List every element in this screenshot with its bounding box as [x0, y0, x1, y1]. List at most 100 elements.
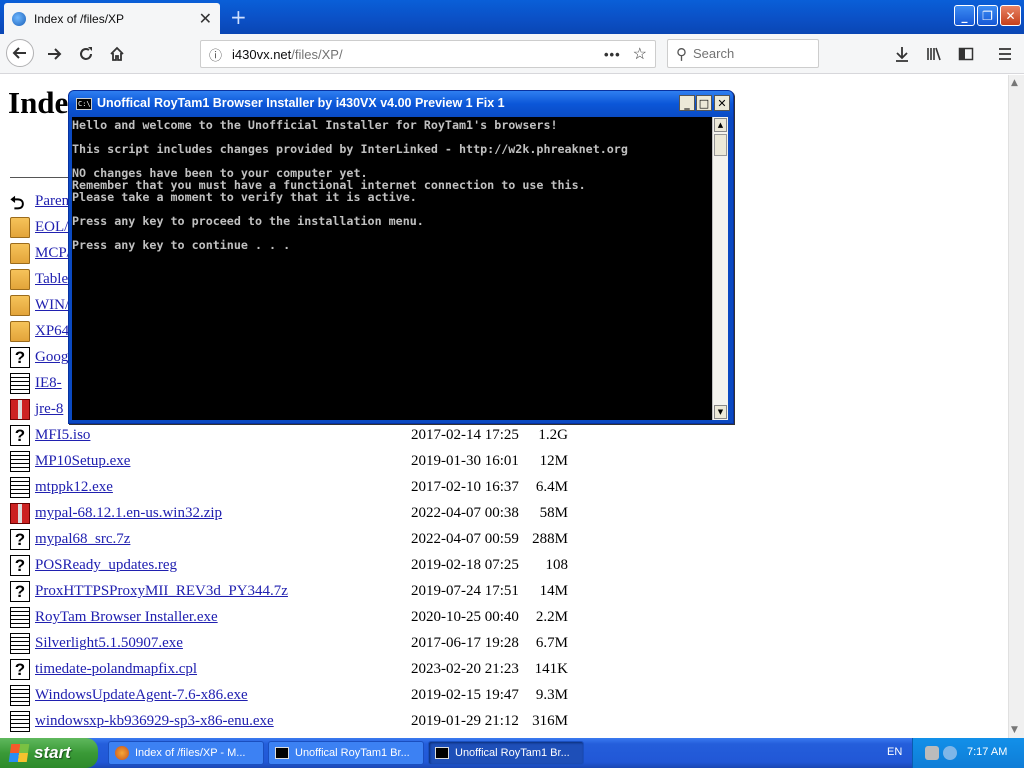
file-link[interactable]: mypal68_src.7z: [35, 531, 130, 548]
scroll-up-icon[interactable]: ▲: [1011, 78, 1018, 88]
clock[interactable]: 7:17 AM: [967, 746, 1007, 758]
taskbar: start Index of /files/XP - M... Unoffica…: [0, 738, 1024, 768]
restore-button[interactable]: ❐: [977, 5, 998, 26]
taskbar-item-firefox[interactable]: Index of /files/XP - M...: [108, 741, 264, 765]
unknown-file-icon: ?: [10, 425, 30, 446]
url-host: i430vx.net: [232, 46, 292, 62]
console-scrollbar[interactable]: ▲ ▼: [712, 117, 728, 420]
unknown-file-icon: ?: [10, 529, 30, 550]
file-link[interactable]: windowsxp-kb936929-sp3-x86-enu.exe: [35, 713, 274, 730]
console-scroll-up-icon[interactable]: ▲: [714, 118, 727, 132]
console-icon: C:\: [76, 98, 92, 110]
unknown-file-icon: ?: [10, 555, 30, 576]
file-link[interactable]: IE8-: [35, 375, 62, 392]
download-icon[interactable]: [888, 41, 916, 67]
file-link[interactable]: timedate-polandmapfix.cpl: [35, 661, 197, 678]
table-row: RoyTam Browser Installer.exe 2020-10-25 0…: [10, 606, 590, 630]
table-row: mtppk12.exe 2017-02-10 16:37 6.4M: [10, 476, 590, 500]
taskbar-item-label: Unoffical RoyTam1 Br...: [295, 747, 410, 759]
page-scrollbar[interactable]: ▲ ▼: [1008, 75, 1024, 738]
sidebar-icon[interactable]: [952, 41, 980, 67]
tab-close-icon[interactable]: ✕: [199, 9, 212, 28]
file-link[interactable]: MP10Setup.exe: [35, 453, 130, 470]
info-icon[interactable]: ⓘ: [209, 45, 222, 64]
back-arrow-icon[interactable]: [6, 39, 34, 67]
windows-logo-icon: [8, 744, 30, 762]
tab-index-of-files-xp[interactable]: Index of /files/XP ✕: [4, 3, 220, 34]
file-link[interactable]: mtppk12.exe: [35, 479, 113, 496]
file-size: 14M: [539, 583, 568, 599]
tab-title: Index of /files/XP: [34, 11, 125, 26]
tray-network-icon[interactable]: [943, 746, 957, 760]
library-icon[interactable]: [920, 41, 948, 67]
file-link[interactable]: mypal-68.12.1.en-us.win32.zip: [35, 505, 222, 522]
taskbar-item-console-2[interactable]: Unoffical RoyTam1 Br...: [428, 741, 584, 765]
search-icon: ⚲: [676, 45, 687, 63]
language-indicator[interactable]: EN: [887, 746, 902, 758]
taskbar-item-console-1[interactable]: Unoffical RoyTam1 Br...: [268, 741, 424, 765]
reload-icon[interactable]: [72, 41, 100, 67]
file-link[interactable]: RoyTam Browser Installer.exe: [35, 609, 218, 626]
tray-app-icon[interactable]: [925, 746, 939, 760]
browser-titlebar: Index of /files/XP ✕ + _ ❐ ✕: [0, 0, 1024, 34]
file-date: 2017-02-14 17:25: [411, 427, 519, 443]
unknown-file-icon: ?: [10, 347, 30, 368]
table-row: MP10Setup.exe 2019-01-30 16:01 12M: [10, 450, 590, 474]
new-tab-button[interactable]: +: [230, 5, 247, 29]
file-date: 2019-02-18 07:25: [411, 557, 519, 573]
file-link[interactable]: MFI5.iso: [35, 427, 90, 444]
folder-icon: [10, 269, 30, 290]
file-date: 2023-02-20 21:23: [411, 661, 519, 677]
url-path: /files/XP/: [291, 46, 343, 62]
scroll-down-icon[interactable]: ▼: [1011, 725, 1018, 735]
binary-file-icon: [10, 451, 30, 472]
file-link[interactable]: Goog: [35, 349, 68, 366]
menu-hamburger-icon[interactable]: [991, 41, 1019, 67]
file-link[interactable]: jre-8: [35, 401, 63, 418]
start-label: start: [34, 743, 71, 762]
navigation-toolbar: ⓘ i430vx.net /files/XP/ ••• ☆ ⚲ Search: [0, 34, 1024, 74]
file-link[interactable]: WIN/: [35, 297, 69, 314]
folder-icon: [10, 321, 30, 342]
file-date: 2017-06-17 19:28: [411, 635, 519, 651]
console-close-button[interactable]: ✕: [714, 95, 730, 111]
file-link[interactable]: EOL/: [35, 219, 68, 236]
home-icon[interactable]: [103, 41, 131, 67]
forward-arrow-icon[interactable]: [40, 41, 68, 67]
console-minimize-button[interactable]: _: [679, 95, 695, 111]
console-scroll-down-icon[interactable]: ▼: [714, 405, 727, 419]
file-size: 12M: [539, 453, 568, 469]
console-text: Hello and welcome to the Unofficial Inst…: [72, 118, 628, 252]
back-icon: ⮌: [10, 193, 25, 214]
console-scroll-thumb[interactable]: [714, 134, 727, 156]
console-titlebar[interactable]: C:\ Unoffical RoyTam1 Browser Installer …: [69, 91, 733, 117]
system-tray: 7:17 AM: [912, 738, 1024, 768]
file-size: 141K: [534, 661, 568, 677]
page-actions-icon[interactable]: •••: [604, 47, 621, 62]
minimize-button[interactable]: _: [954, 5, 975, 26]
file-link[interactable]: WindowsUpdateAgent-7.6-x86.exe: [35, 687, 248, 704]
console-window[interactable]: C:\ Unoffical RoyTam1 Browser Installer …: [68, 90, 734, 424]
table-row: windowsxp-kb936929-sp3-x86-enu.exe 2019-0…: [10, 710, 590, 734]
console-maximize-button[interactable]: □: [696, 95, 712, 111]
file-date: 2019-02-15 19:47: [411, 687, 519, 703]
table-row: ? POSReady_updates.reg 2019-02-18 07:25 108: [10, 554, 590, 578]
file-link[interactable]: ProxHTTPSProxyMII_REV3d_PY344.7z: [35, 583, 288, 600]
file-size: 288M: [532, 531, 568, 547]
file-date: 2019-01-29 21:12: [411, 713, 519, 729]
close-window-button[interactable]: ✕: [1000, 5, 1021, 26]
console-output[interactable]: Hello and welcome to the Unofficial Inst…: [72, 117, 712, 420]
search-input[interactable]: ⚲ Search: [667, 39, 819, 68]
folder-icon: [10, 295, 30, 316]
binary-file-icon: [10, 711, 30, 732]
file-date: 2022-04-07 00:59: [411, 531, 519, 547]
file-link[interactable]: POSReady_updates.reg: [35, 557, 177, 574]
console-icon: [275, 747, 289, 759]
start-button[interactable]: start: [0, 738, 98, 768]
url-bar[interactable]: ⓘ i430vx.net /files/XP/ ••• ☆: [200, 40, 656, 68]
file-link[interactable]: Silverlight5.1.50907.exe: [35, 635, 183, 652]
table-row: WindowsUpdateAgent-7.6-x86.exe 2019-02-15…: [10, 684, 590, 708]
bookmark-star-icon[interactable]: ☆: [633, 44, 647, 64]
file-link[interactable]: MCP/: [35, 245, 71, 262]
file-size: 58M: [539, 505, 568, 521]
